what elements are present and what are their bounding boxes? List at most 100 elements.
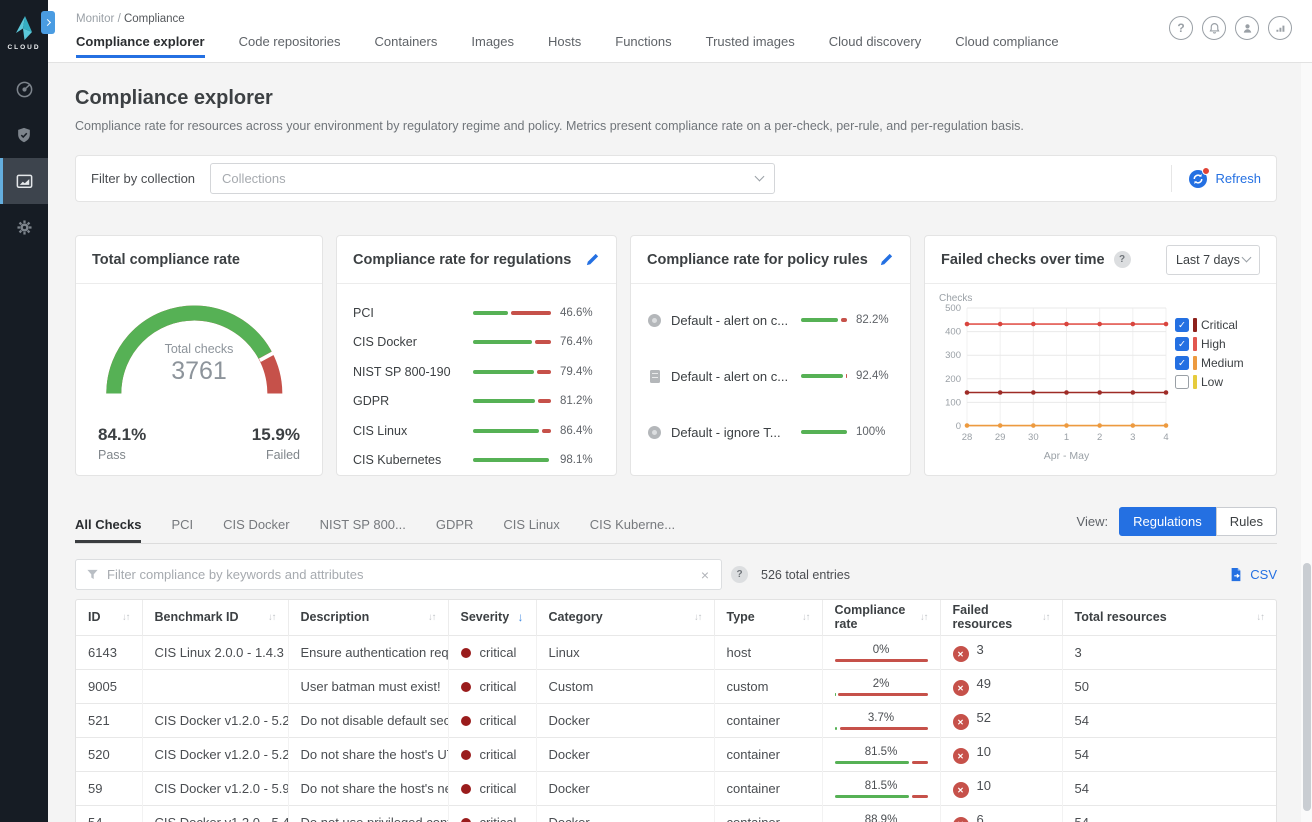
view-option-rules[interactable]: Rules [1216, 507, 1277, 536]
column-header-failed-resources[interactable]: Failed resources↓↑ [940, 600, 1062, 635]
legend-item-critical[interactable]: ✓Critical [1175, 318, 1244, 332]
svg-text:200: 200 [945, 374, 961, 385]
collections-select[interactable]: Collections [210, 163, 775, 194]
severity-dot [461, 750, 471, 760]
result-tab-nist-sp-800[interactable]: NIST SP 800... [320, 517, 406, 543]
result-tab-pci[interactable]: PCI [171, 517, 193, 543]
sidebar: CLOUD [0, 0, 48, 822]
sort-icons[interactable]: ↓↑ [802, 612, 810, 623]
sort-icons[interactable]: ↓↑ [1042, 612, 1050, 623]
profile-button[interactable] [1235, 16, 1259, 40]
sort-icons[interactable]: ↓↑ [122, 612, 130, 623]
edit-regulations-button[interactable] [585, 252, 600, 267]
sidebar-expand-button[interactable] [41, 11, 55, 34]
column-header-benchmark-id[interactable]: Benchmark ID↓↑ [142, 600, 288, 635]
tab-images[interactable]: Images [471, 34, 514, 58]
legend-item-medium[interactable]: ✓ Medium [1175, 356, 1244, 370]
result-tab-all-checks[interactable]: All Checks [75, 517, 141, 543]
sort-icons[interactable]: ↓↑ [1257, 612, 1265, 623]
legend-checkbox-low[interactable] [1175, 375, 1189, 389]
compliance-rate-bar: 2% [835, 676, 928, 697]
regulation-row-nist-sp-800-190[interactable]: NIST SP 800-19079.4% [353, 357, 600, 387]
view-option-regulations[interactable]: Regulations [1119, 507, 1216, 536]
table-row[interactable]: 521CIS Docker v1.2.0 - 5.21Do not disabl… [76, 703, 1276, 737]
tab-code-repositories[interactable]: Code repositories [239, 34, 341, 58]
table-row[interactable]: 9005User batman must exist!criticalCusto… [76, 669, 1276, 703]
regulation-row-cis-kubernetes[interactable]: CIS Kubernetes98.1% [353, 446, 600, 476]
legend-checkbox-medium[interactable]: ✓ [1175, 356, 1189, 370]
stats-button[interactable] [1268, 16, 1292, 40]
cell-total-resources: 50 [1062, 669, 1276, 703]
help-button[interactable]: ? [1169, 16, 1193, 40]
tab-cloud-discovery[interactable]: Cloud discovery [829, 34, 922, 58]
refresh-label: Refresh [1215, 171, 1261, 186]
regulation-row-cis-docker[interactable]: CIS Docker76.4% [353, 328, 600, 358]
result-tab-cis-docker[interactable]: CIS Docker [223, 517, 289, 543]
compliance-bar [473, 458, 551, 462]
scrollbar-thumb[interactable] [1303, 563, 1311, 811]
regulation-percentage: 79.4% [560, 366, 600, 378]
column-header-description[interactable]: Description↓↑ [288, 600, 448, 635]
sort-icons[interactable]: ↓↑ [428, 612, 436, 623]
table-help-icon[interactable]: ? [731, 566, 748, 583]
table-row[interactable]: 520CIS Docker v1.2.0 - 5.20Do not share … [76, 737, 1276, 771]
sort-desc-icon[interactable]: ↓ [518, 610, 524, 624]
column-header-total-resources[interactable]: Total resources↓↑ [1062, 600, 1276, 635]
cell-severity: critical [448, 669, 536, 703]
notifications-button[interactable] [1202, 16, 1226, 40]
time-range-select[interactable]: Last 7 days [1166, 245, 1260, 275]
legend-checkbox-high[interactable]: ✓ [1175, 337, 1189, 351]
tab-cloud-compliance[interactable]: Cloud compliance [955, 34, 1058, 58]
legend-label: Medium [1201, 356, 1244, 370]
column-header-severity[interactable]: Severity↓ [448, 600, 536, 635]
regulation-row-pci[interactable]: PCI46.6% [353, 298, 600, 328]
help-badge-icon[interactable]: ? [1114, 251, 1131, 268]
keyword-filter-input[interactable]: Filter compliance by keywords and attrib… [75, 559, 722, 590]
sort-icons[interactable]: ↓↑ [920, 612, 928, 623]
tab-functions[interactable]: Functions [615, 34, 671, 58]
compliance-rate-bar: 0% [835, 642, 928, 663]
table-row[interactable]: 54CIS Docker v1.2.0 - 5.4Do not use priv… [76, 805, 1276, 822]
failed-checks-card: Failed checks over time ? Last 7 days 28… [924, 235, 1277, 476]
policy-rule-row-2[interactable]: Default - alert on c...92.4% [647, 366, 894, 386]
regulation-row-cis-linux[interactable]: CIS Linux86.4% [353, 416, 600, 446]
sidebar-item-monitor-chart[interactable] [0, 158, 48, 204]
sort-icons[interactable]: ↓↑ [694, 612, 702, 623]
edit-policy-rules-button[interactable] [879, 252, 894, 267]
brand-logo-icon [12, 15, 36, 41]
tab-hosts[interactable]: Hosts [548, 34, 581, 58]
tab-compliance-explorer[interactable]: Compliance explorer [76, 34, 205, 58]
cell-category: Linux [536, 635, 714, 669]
table-row[interactable]: 59CIS Docker v1.2.0 - 5.9Do not share th… [76, 771, 1276, 805]
column-header-category[interactable]: Category↓↑ [536, 600, 714, 635]
gauge-stats: 84.1% Pass 15.9% Failed [98, 425, 300, 462]
refresh-button[interactable]: Refresh [1189, 170, 1261, 188]
notification-dot [1202, 167, 1210, 175]
result-tab-cis-kuberne[interactable]: CIS Kuberne... [590, 517, 675, 543]
clear-filter-icon[interactable]: × [699, 567, 711, 583]
tab-trusted-images[interactable]: Trusted images [706, 34, 795, 58]
sidebar-item-radar[interactable] [0, 66, 48, 112]
table-row[interactable]: 6143CIS Linux 2.0.0 - 1.4.3Ensure authen… [76, 635, 1276, 669]
policy-rule-row-1[interactable]: Default - alert on c...82.2% [647, 310, 894, 330]
column-header-id[interactable]: ID↓↑ [76, 600, 142, 635]
result-tab-cis-linux[interactable]: CIS Linux [503, 517, 559, 543]
svg-text:2: 2 [1097, 432, 1102, 443]
column-header-compliance-rate[interactable]: Compliance rate↓↑ [822, 600, 940, 635]
sidebar-item-settings-gear[interactable] [0, 204, 48, 250]
legend-item-high[interactable]: ✓High [1175, 337, 1244, 351]
collections-select-placeholder: Collections [222, 171, 286, 186]
legend-checkbox-critical[interactable]: ✓ [1175, 318, 1189, 332]
policy-rule-row-3[interactable]: Default - ignore T...100% [647, 422, 894, 442]
compliance-rate-bar: 81.5% [835, 744, 928, 765]
sort-icons[interactable]: ↓↑ [268, 612, 276, 623]
cell-total-resources: 54 [1062, 703, 1276, 737]
legend-item-low[interactable]: Low [1175, 375, 1244, 389]
tab-containers[interactable]: Containers [375, 34, 438, 58]
sidebar-item-defend-shield[interactable] [0, 112, 48, 158]
column-header-type[interactable]: Type↓↑ [714, 600, 822, 635]
regulation-row-gdpr[interactable]: GDPR81.2% [353, 387, 600, 417]
csv-export-button[interactable]: CSV [1229, 567, 1277, 582]
result-tab-gdpr[interactable]: GDPR [436, 517, 474, 543]
breadcrumb-section[interactable]: Monitor [76, 13, 114, 25]
